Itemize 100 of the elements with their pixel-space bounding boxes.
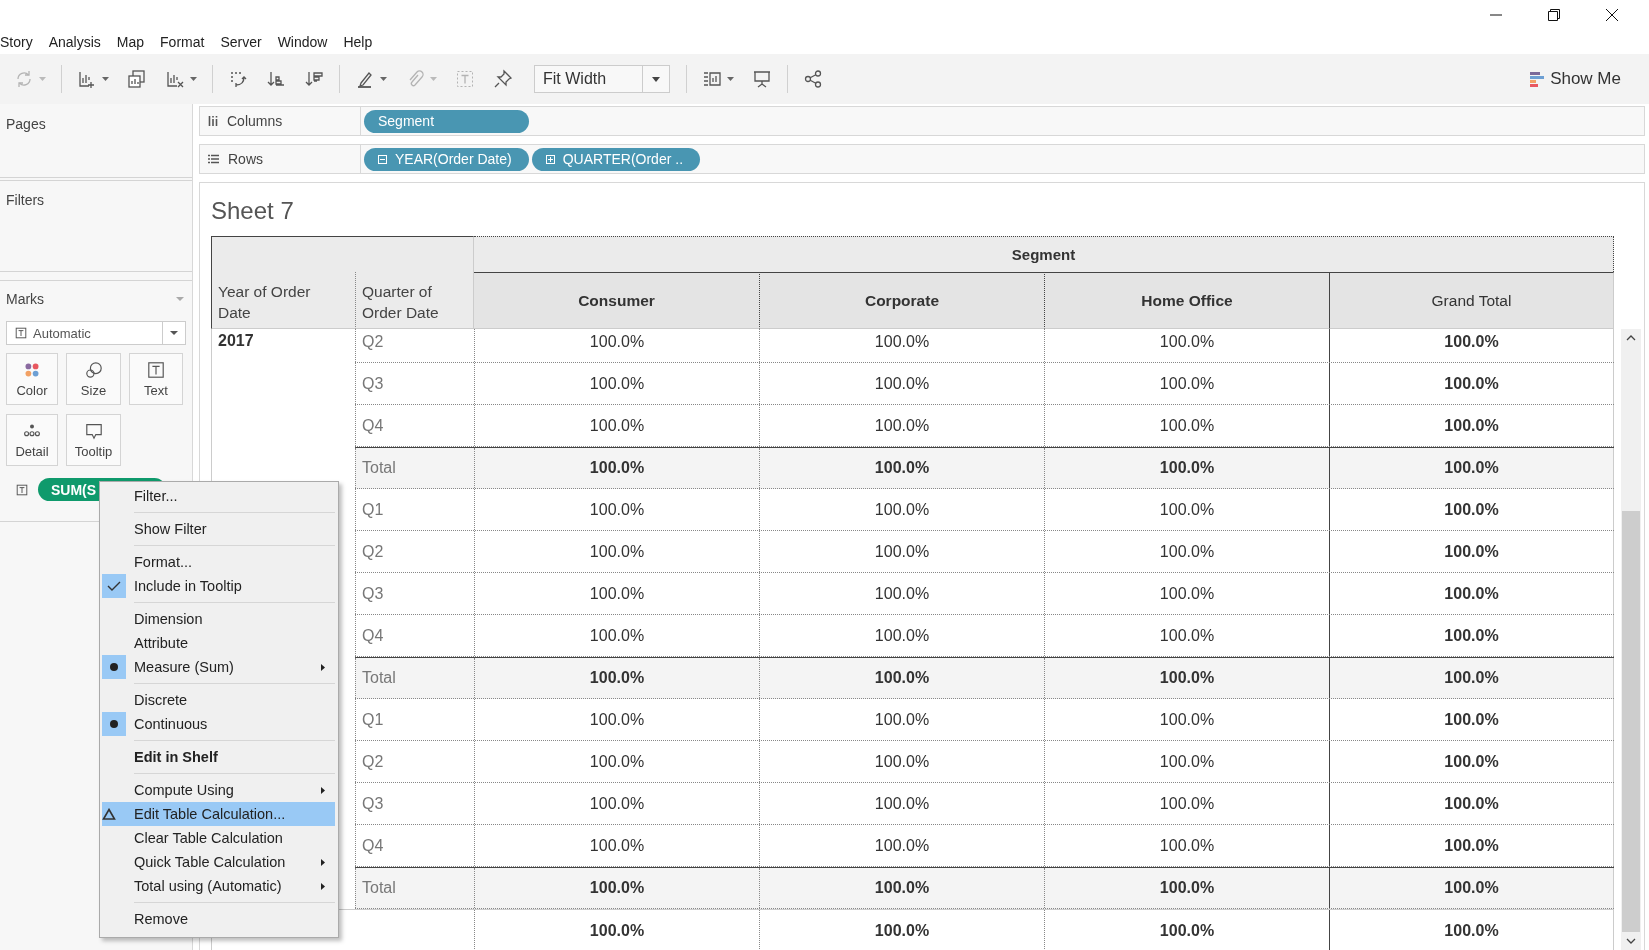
- submenu-arrow-icon: [321, 663, 325, 671]
- submenu-arrow-icon: [321, 882, 325, 890]
- quarter-label: Total: [362, 459, 396, 477]
- caret-icon[interactable]: [176, 297, 184, 301]
- speech-bubble-icon: [84, 421, 103, 440]
- submenu-arrow-icon: [321, 858, 325, 866]
- menu-item[interactable]: Remove: [102, 907, 335, 931]
- table-cell: 100.0%: [874, 500, 930, 519]
- menu-item[interactable]: Filter...: [102, 484, 335, 508]
- quarter-label: Total: [362, 669, 396, 687]
- menu-item[interactable]: Edit Table Calculation...: [102, 802, 335, 826]
- row-header: Year of Order Date: [218, 281, 312, 324]
- show-me-button[interactable]: Show Me: [1528, 67, 1623, 91]
- quarter-label: Q2: [362, 332, 384, 351]
- mark-card[interactable]: Color: [6, 353, 58, 405]
- table-cell: 100.0%: [1444, 500, 1499, 519]
- table-cell: 100.0%: [589, 374, 645, 393]
- circles-icon: [84, 360, 103, 379]
- table-cell: 100.0%: [874, 542, 930, 561]
- menu-item[interactable]: Quick Table Calculation: [102, 850, 335, 874]
- menu-item[interactable]: Map: [116, 34, 145, 50]
- refresh-icon: [14, 69, 34, 89]
- table-cell: 100.0%: [1444, 626, 1499, 645]
- table-cell: 100.0%: [874, 669, 930, 687]
- menu-item[interactable]: Continuous: [102, 712, 335, 736]
- mark-type-dropdown[interactable]: Automatic: [6, 321, 186, 345]
- menu-item[interactable]: Format: [160, 34, 205, 50]
- mark-card[interactable]: Tooltip: [66, 414, 121, 466]
- menu-item[interactable]: Attribute: [102, 631, 335, 655]
- table-cell: 100.0%: [589, 752, 645, 771]
- mark-card[interactable]: Size: [66, 353, 121, 405]
- pages-label: Pages: [6, 116, 46, 132]
- quarter-label: Q1: [362, 500, 384, 519]
- table-cell: 100.0%: [1159, 332, 1215, 351]
- rows-icon: [208, 154, 219, 164]
- table-cell: 100.0%: [1159, 752, 1215, 771]
- menu-item[interactable]: Show Filter: [102, 517, 335, 541]
- table-cell: 100.0%: [1444, 374, 1499, 393]
- table-cell: 100.0%: [1444, 669, 1499, 687]
- table-cell: 100.0%: [589, 836, 645, 855]
- quarter-label: Q2: [362, 542, 384, 561]
- close-icon[interactable]: [1605, 8, 1619, 22]
- table-cell: 100.0%: [1159, 710, 1215, 729]
- table-cell: 100.0%: [874, 332, 930, 351]
- menu-item[interactable]: Analysis: [48, 34, 101, 50]
- clear-chart-icon: [165, 69, 185, 89]
- menu-item[interactable]: Help: [343, 34, 373, 50]
- table-cell: 100.0%: [1444, 836, 1499, 855]
- quarter-label: Q4: [362, 626, 384, 645]
- table-cell: 100.0%: [1159, 836, 1215, 855]
- table-cell: 100.0%: [1444, 710, 1499, 729]
- table-cell: 100.0%: [874, 416, 930, 435]
- menu-item[interactable]: Compute Using: [102, 778, 335, 802]
- fit-dropdown[interactable]: Fit Width: [534, 65, 671, 93]
- quarter-label: Q2: [362, 752, 384, 771]
- sheet-title: Sheet 7: [211, 196, 295, 226]
- menu-item[interactable]: Include in Tooltip: [102, 574, 335, 598]
- share-icon: [803, 69, 824, 89]
- caret-icon: [727, 77, 735, 81]
- text-icon: [147, 360, 165, 379]
- menu-item[interactable]: Server: [220, 34, 262, 50]
- menu-item[interactable]: Story: [0, 34, 33, 50]
- quarter-label: Q3: [362, 794, 384, 813]
- menu-item[interactable]: Measure (Sum): [102, 655, 335, 679]
- table-cell: 100.0%: [589, 921, 645, 940]
- collapse-icon[interactable]: [378, 154, 387, 164]
- scrollbar[interactable]: [1621, 329, 1641, 950]
- mark-card[interactable]: Text: [129, 353, 183, 405]
- text-icon: [15, 327, 27, 339]
- table-cell: 100.0%: [1159, 416, 1215, 435]
- expand-icon[interactable]: [545, 154, 555, 164]
- menu-item[interactable]: Clear Table Calculation: [102, 826, 335, 850]
- pin-icon: [493, 69, 513, 89]
- restore-icon[interactable]: [1547, 8, 1561, 22]
- table-cell: 100.0%: [589, 416, 645, 435]
- quarter-label: Total: [362, 879, 396, 897]
- mark-card[interactable]: Detail: [6, 414, 58, 466]
- bars-icon: [1530, 71, 1545, 87]
- table-cell: 100.0%: [1444, 921, 1499, 940]
- menu-item[interactable]: Dimension: [102, 607, 335, 631]
- caret-icon: [430, 77, 437, 81]
- table-cell: 100.0%: [874, 752, 930, 771]
- table-cell: 100.0%: [1444, 794, 1499, 813]
- table-cell: 100.0%: [1159, 374, 1215, 393]
- marks-label: Marks: [6, 291, 45, 307]
- menu-item[interactable]: Discrete: [102, 688, 335, 712]
- menu-item[interactable]: Window: [277, 34, 328, 50]
- caret-icon: [102, 77, 109, 81]
- triangle-icon: [102, 808, 116, 820]
- table-cell: 100.0%: [1444, 416, 1499, 435]
- table-cell: 100.0%: [1444, 459, 1499, 477]
- caret-icon: [652, 76, 661, 82]
- shelf-label: Rows: [228, 151, 263, 167]
- row-header: Quarter of Order Date: [362, 281, 440, 324]
- scrollbar-thumb[interactable]: [1622, 511, 1640, 932]
- table-cell: 100.0%: [874, 879, 930, 897]
- menu-item[interactable]: Total using (Automatic): [102, 874, 335, 898]
- menu-item[interactable]: Format...: [102, 550, 335, 574]
- swap-icon: [228, 69, 248, 89]
- menu-item[interactable]: Edit in Shelf: [102, 745, 335, 769]
